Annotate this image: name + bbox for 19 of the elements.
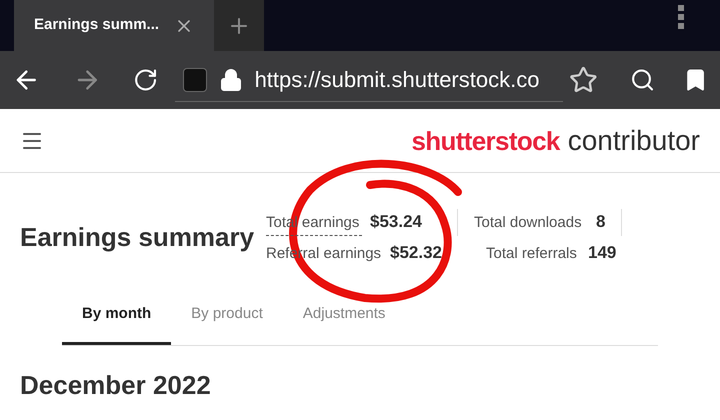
stat-value: 149 (588, 242, 616, 264)
brand-logo: shutterstock (411, 124, 560, 158)
product-name: contributor (568, 124, 700, 158)
browser-tab[interactable]: Earnings summ... (14, 0, 214, 51)
site-icon (182, 68, 207, 92)
tab[interactable]: Adjustments (282, 303, 406, 344)
lock-icon (218, 68, 243, 92)
stat-label: Total referrals (486, 244, 578, 264)
stat-value: $53.24 (370, 211, 422, 233)
tab[interactable]: By product (171, 303, 283, 344)
new-tab-button[interactable] (214, 0, 264, 51)
address-field[interactable]: https://submit.shutterstock.co (174, 58, 564, 102)
tab[interactable]: By month (62, 303, 172, 344)
stat-label: Total downloads (474, 213, 583, 233)
stat-value: $52.32 (390, 242, 442, 264)
more-icon[interactable] (678, 5, 684, 29)
page-title: Earnings summary (20, 220, 256, 254)
stat-value: 8 (596, 211, 606, 233)
section-title: December 2022 (19, 368, 212, 402)
